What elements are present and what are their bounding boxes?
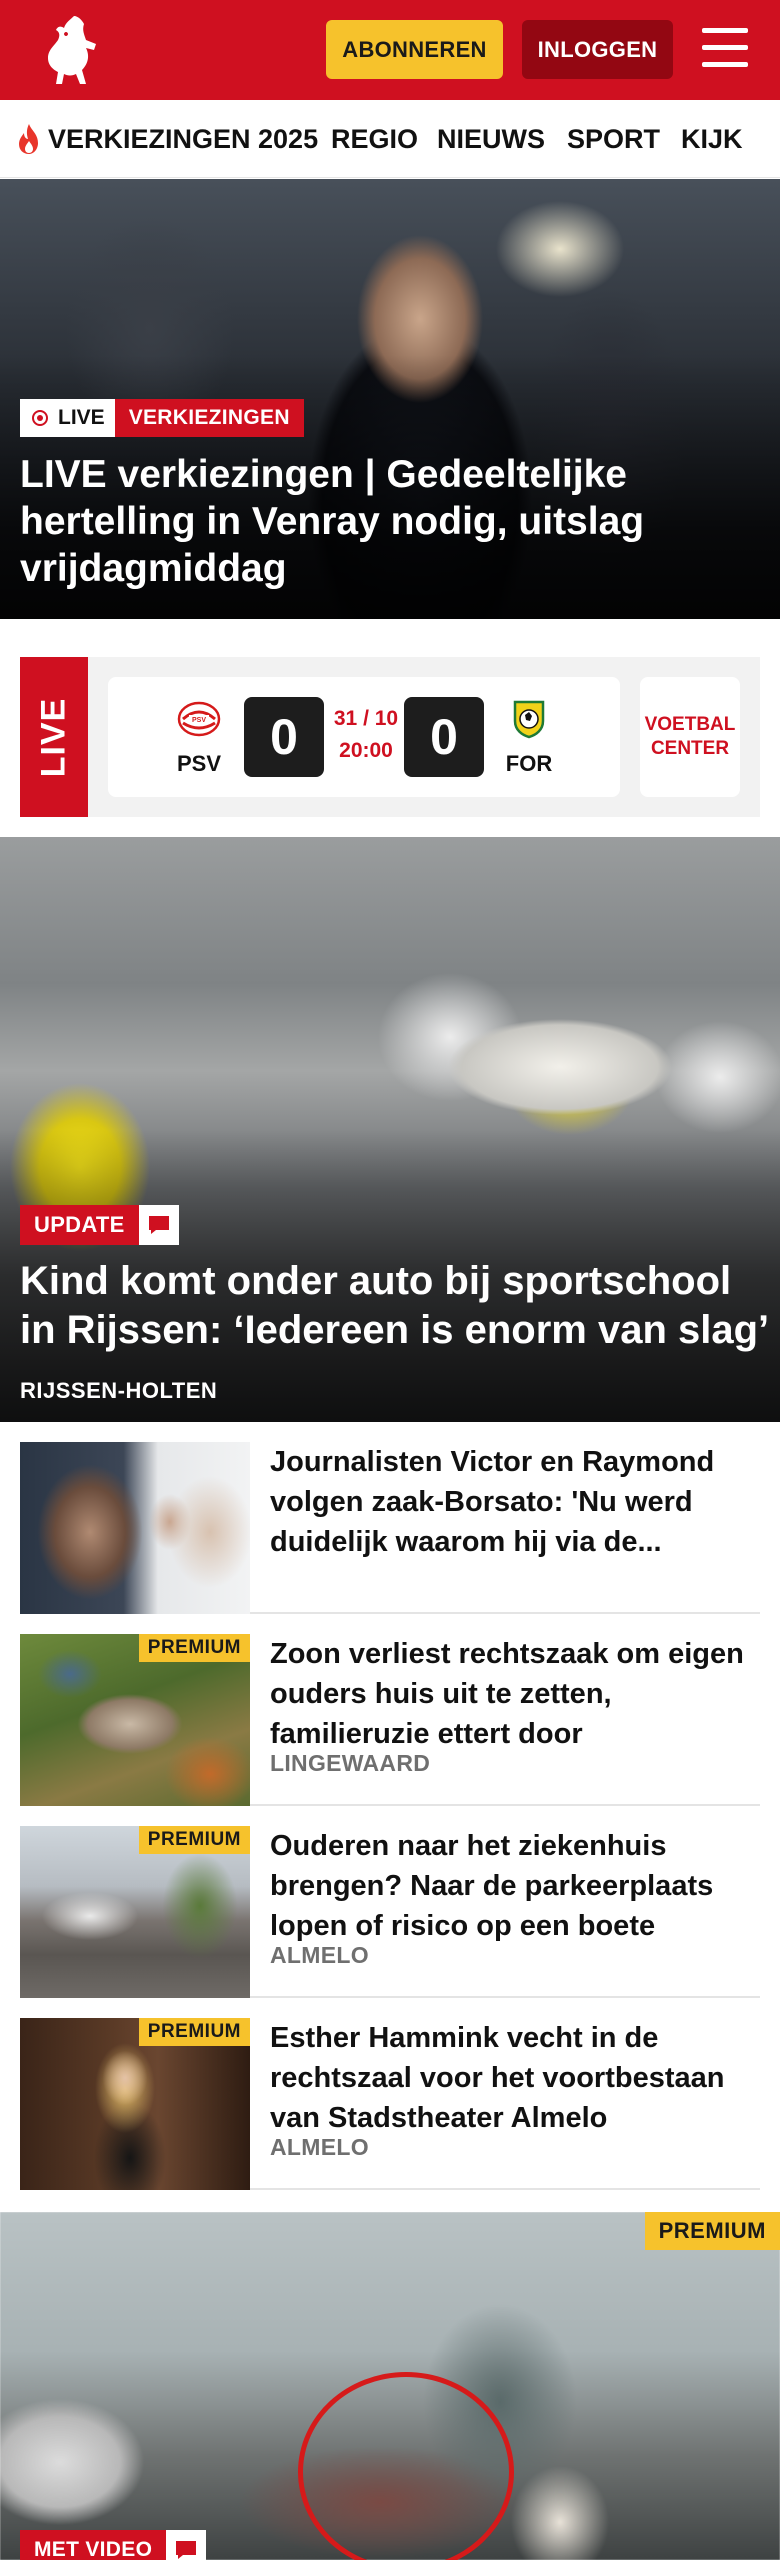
match-card[interactable]: PSV PSV 0 31 / 10 20:00 0 FOR (108, 677, 620, 797)
article-title: Journalisten Victor en Raymond volgen za… (270, 1446, 715, 1558)
live-tag: LIVE (20, 399, 115, 437)
live-label: LIVE (20, 657, 88, 817)
nav-item-regio[interactable]: REGIO (331, 100, 418, 177)
main-article-tags: UPDATE (20, 1205, 179, 1245)
video-tags: MET VIDEO (20, 2530, 207, 2560)
hero-tags: LIVE VERKIEZINGEN (20, 399, 304, 437)
premium-badge: PREMIUM (644, 2212, 780, 2250)
list-item[interactable]: Journalisten Victor en Raymond volgen za… (20, 1422, 760, 1614)
comment-icon (138, 1205, 179, 1245)
nav-item-verkiezingen[interactable]: VERKIEZINGEN 2025 (16, 100, 319, 177)
article-title: Esther Hammink vecht in de rechtszaal vo… (270, 2022, 725, 2134)
voetbal-center-button[interactable]: VOETBAL CENTER (640, 677, 740, 797)
nav-label: VERKIEZINGEN 2025 (48, 123, 319, 154)
comment-icon (166, 2530, 207, 2560)
subscribe-button[interactable]: ABONNEREN (326, 20, 503, 79)
live-score-widget: LIVE PSV PSV 0 31 / 10 20:00 0 FOR VOETB… (20, 657, 760, 817)
article-location: ALMELO (270, 1942, 369, 1968)
premium-badge: PREMIUM (138, 2018, 250, 2046)
list-item[interactable]: PREMIUM Ouderen naar het ziekenhuis bren… (20, 1806, 760, 1998)
article-thumbnail: PREMIUM (20, 1826, 250, 1998)
svg-text:PSV: PSV (192, 717, 206, 724)
psv-crest-icon: PSV (177, 701, 221, 737)
update-tag: UPDATE (20, 1205, 139, 1245)
video-tag: MET VIDEO (20, 2530, 167, 2560)
list-item[interactable]: PREMIUM Zoon verliest rechtszaak om eige… (20, 1614, 760, 1806)
away-score: 0 (404, 697, 484, 777)
category-tag: VERKIEZINGEN (114, 399, 304, 437)
home-score: 0 (244, 697, 324, 777)
nav-item-sport[interactable]: SPORT (567, 100, 660, 177)
nav-item-kijk[interactable]: KIJK (681, 100, 743, 177)
main-article-title: Kind komt onder auto bij sportschool in … (20, 1259, 770, 1352)
match-datetime: 31 / 10 20:00 (326, 703, 406, 767)
live-dot-icon (32, 410, 48, 426)
highlight-circle (298, 2372, 514, 2560)
main-article-location: RIJSSEN-HOLTEN (20, 1378, 218, 1403)
video-article[interactable]: PREMIUM MET VIDEO (0, 2212, 780, 2560)
article-title: Ouderen naar het ziekenhuis brengen? Naa… (270, 1830, 714, 1942)
fortuna-crest-icon (513, 700, 545, 739)
list-item[interactable]: PREMIUM Esther Hammink vecht in de recht… (20, 1998, 760, 2190)
hero-article[interactable]: LIVE VERKIEZINGEN LIVE verkiezingen | Ge… (0, 179, 780, 619)
premium-badge: PREMIUM (138, 1634, 250, 1662)
hamburger-menu-icon[interactable] (700, 24, 750, 72)
top-header: ABONNEREN INLOGGEN (0, 0, 780, 100)
flame-icon (19, 124, 38, 154)
away-team: FOR (494, 699, 564, 777)
live-tag-label: LIVE (58, 406, 105, 429)
login-button[interactable]: INLOGGEN (522, 20, 673, 79)
premium-badge: PREMIUM (138, 1826, 250, 1854)
article-location: ALMELO (270, 2134, 369, 2160)
away-team-name: FOR (505, 751, 553, 776)
home-team: PSV PSV (164, 699, 234, 777)
hero-title: LIVE verkiezingen | Gedeeltelijke hertel… (20, 453, 645, 590)
section-nav: VERKIEZINGEN 2025 REGIO NIEUWS SPORT KIJ… (0, 100, 780, 178)
article-thumbnail: PREMIUM (20, 1634, 250, 1806)
nav-item-nieuws[interactable]: NIEUWS (437, 100, 545, 177)
article-thumbnail (20, 1442, 250, 1614)
article-thumbnail: PREMIUM (20, 2018, 250, 2190)
article-location: LINGEWAARD (270, 1750, 431, 1776)
article-title: Zoon verliest rechtszaak om eigen ouders… (270, 1638, 744, 1750)
main-article[interactable]: UPDATE Kind komt onder auto bij sportsch… (0, 837, 780, 1422)
match-time: 20:00 (339, 739, 393, 762)
home-team-name: PSV (176, 751, 222, 776)
match-date: 31 / 10 (333, 707, 399, 730)
logo-horse-icon[interactable] (36, 10, 106, 90)
